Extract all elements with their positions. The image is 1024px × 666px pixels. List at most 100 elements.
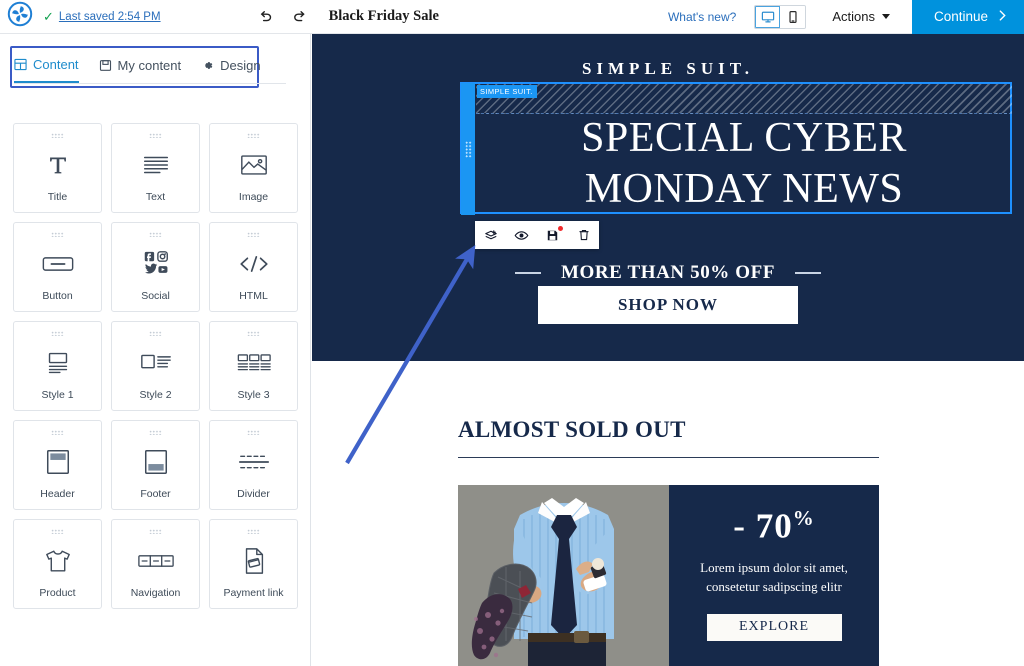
- selected-content-block[interactable]: SIMPLE SUIT. SPECIAL CYBER MONDAY NEWS: [460, 82, 1012, 215]
- hero-title[interactable]: SPECIAL CYBER MONDAY NEWS: [476, 114, 1012, 214]
- block-social-label: Social: [141, 290, 170, 302]
- block-button[interactable]: Button: [13, 222, 102, 312]
- block-footer-label: Footer: [140, 488, 171, 500]
- redo-arrow-icon[interactable]: [291, 8, 309, 26]
- actions-label: Actions: [832, 9, 875, 24]
- navigation-bar-icon: [137, 534, 175, 587]
- rule-left: [514, 272, 541, 274]
- check-icon: ✓: [43, 9, 54, 24]
- hero-section: SIMPLE SUIT. SIMPLE SUIT. SPECIAL CYBER …: [312, 34, 1024, 361]
- continue-label: Continue: [933, 9, 988, 24]
- block-name-tag: SIMPLE SUIT.: [477, 85, 537, 98]
- block-image-label: Image: [238, 191, 269, 203]
- text-lines-icon: [141, 138, 171, 191]
- block-footer[interactable]: Footer: [111, 420, 200, 510]
- content-blocks-grid: Title Text Image Button Social HTML Styl…: [13, 123, 299, 609]
- hero-subtitle-row: MORE THAN 50% OFF: [312, 262, 1024, 284]
- tab-my-content-label: My content: [117, 58, 182, 73]
- block-style-2-label: Style 2: [139, 389, 172, 401]
- tab-design-label: Design: [220, 58, 261, 73]
- brevo-pinwheel-logo-icon: [7, 1, 33, 32]
- block-image[interactable]: Image: [209, 123, 298, 213]
- block-style-3[interactable]: Style 3: [209, 321, 298, 411]
- explore-button[interactable]: EXPLORE: [706, 613, 842, 641]
- brand-wordmark: SIMPLE SUIT.: [581, 59, 755, 78]
- block-navigation[interactable]: Navigation: [111, 519, 200, 609]
- layout-style-1-icon: [42, 336, 74, 389]
- block-style-2[interactable]: Style 2: [111, 321, 200, 411]
- discount-percent-symbol: %: [792, 506, 815, 530]
- block-payment-link[interactable]: Payment link: [209, 519, 298, 609]
- product-row[interactable]: - 70% Lorem ipsum dolor sit amet, conset…: [458, 485, 879, 666]
- shop-now-button[interactable]: SHOP NOW: [538, 286, 798, 324]
- layout-style-2-icon: [139, 336, 173, 389]
- desktop-monitor-icon[interactable]: [755, 5, 781, 28]
- block-text[interactable]: Text: [111, 123, 200, 213]
- eye-icon[interactable]: [511, 224, 533, 246]
- chevron-down-icon: [881, 14, 890, 19]
- trash-icon[interactable]: [573, 224, 595, 246]
- tab-content[interactable]: Content: [14, 50, 79, 83]
- hero-subtitle: MORE THAN 50% OFF: [560, 262, 776, 283]
- product-description-line-2: consetetur sadipscing elitr: [706, 578, 842, 594]
- panel-tabs: Content My content Design: [14, 50, 286, 84]
- block-title[interactable]: Title: [13, 123, 102, 213]
- product-description-line-1: Lorem ipsum dolor sit amet,: [700, 559, 848, 575]
- actions-menu-button[interactable]: Actions: [832, 9, 890, 24]
- grid-blocks-icon: [14, 58, 27, 71]
- duplicate-layers-icon[interactable]: [480, 224, 502, 246]
- device-preview-toggle: [754, 4, 807, 29]
- tshirt-icon: [42, 534, 74, 587]
- footer-layout-icon: [142, 435, 170, 488]
- social-networks-icon: [139, 237, 173, 290]
- tab-design[interactable]: Design: [201, 50, 261, 83]
- image-mountain-icon: [239, 138, 269, 191]
- almost-sold-out-section: ALMOST SOLD OUT - 70% Lorem ipsum dolor …: [312, 417, 1024, 666]
- block-html[interactable]: HTML: [209, 222, 298, 312]
- last-saved-text[interactable]: Last saved 2:54 PM: [59, 11, 161, 23]
- section-divider: [458, 457, 879, 458]
- unsaved-indicator-badge: [557, 226, 563, 231]
- discount-number: - 70: [733, 506, 793, 546]
- product-info-panel: - 70% Lorem ipsum dolor sit amet, conset…: [669, 485, 879, 666]
- block-product[interactable]: Product: [13, 519, 102, 609]
- rule-right: [795, 272, 822, 274]
- left-sidebar-panel: Content My content Design Title Text Ima…: [0, 34, 311, 666]
- product-discount: - 70%: [733, 506, 814, 547]
- header-layout-icon: [44, 435, 72, 488]
- mobile-phone-icon[interactable]: [780, 5, 806, 28]
- block-header-label: Header: [40, 488, 75, 500]
- block-style-3-label: Style 3: [237, 389, 270, 401]
- title-T-icon: [44, 138, 72, 191]
- block-product-label: Product: [39, 587, 76, 599]
- email-preview-canvas: SIMPLE SUIT. SIMPLE SUIT. SPECIAL CYBER …: [312, 34, 1024, 666]
- block-padding-hatch: [476, 84, 1012, 114]
- last-saved-status[interactable]: ✓ Last saved 2:54 PM: [43, 10, 161, 23]
- block-floating-toolbar: [475, 221, 599, 249]
- save-box-icon: [99, 59, 112, 72]
- top-bar-right-group: What's new? Actions Continue: [668, 0, 1024, 34]
- hero-title-line-1: SPECIAL CYBER: [581, 115, 907, 161]
- save-floppy-icon[interactable]: [542, 224, 564, 246]
- hero-title-line-2: MONDAY NEWS: [584, 166, 904, 212]
- gear-icon: [201, 59, 214, 72]
- undo-arrow-icon[interactable]: [257, 8, 275, 26]
- block-drag-handle[interactable]: [461, 83, 475, 215]
- block-social[interactable]: Social: [111, 222, 200, 312]
- tab-my-content[interactable]: My content: [99, 50, 182, 83]
- block-html-label: HTML: [239, 290, 268, 302]
- block-payment-link-label: Payment link: [223, 587, 284, 599]
- app-logo[interactable]: [3, 1, 37, 32]
- undo-redo-group: [257, 8, 309, 26]
- top-bar: ✓ Last saved 2:54 PM Black Friday Sale W…: [0, 0, 1024, 34]
- button-rect-icon: [41, 237, 75, 290]
- block-divider[interactable]: Divider: [209, 420, 298, 510]
- drag-handle-icon: [464, 140, 472, 158]
- payment-card-document-icon: [240, 534, 268, 587]
- block-header[interactable]: Header: [13, 420, 102, 510]
- block-style-1[interactable]: Style 1: [13, 321, 102, 411]
- block-navigation-label: Navigation: [130, 587, 181, 599]
- continue-button[interactable]: Continue: [911, 0, 1024, 34]
- whats-new-link[interactable]: What's new?: [668, 10, 736, 24]
- block-text-label: Text: [145, 191, 166, 203]
